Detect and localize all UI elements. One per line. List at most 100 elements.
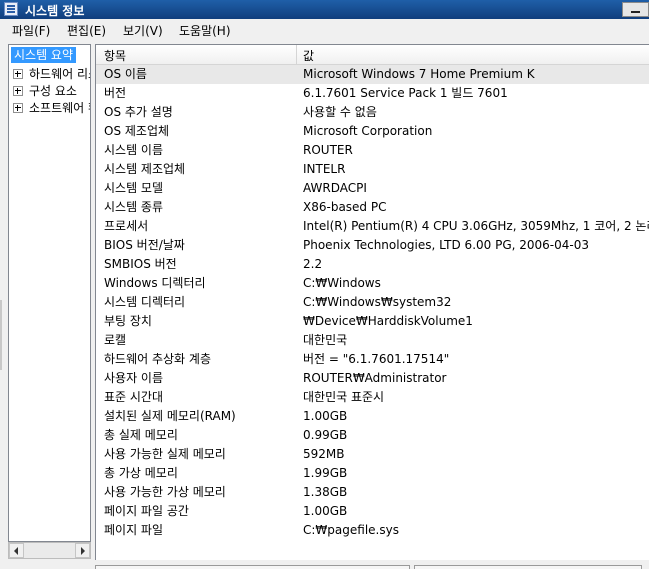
row-item: 시스템 이름 — [104, 143, 164, 157]
menu-help[interactable]: 도움말(H) — [179, 22, 231, 39]
scroll-left-icon — [14, 547, 18, 555]
row-value: 대한민국 표준시 — [303, 390, 385, 404]
menu-edit[interactable]: 편집(E) — [67, 22, 106, 39]
row-item: 페이지 파일 공간 — [104, 504, 189, 518]
tree-item-hardware-resources[interactable]: 하드웨어 리소스 — [13, 66, 90, 82]
window-title: 시스템 정보 — [25, 4, 85, 18]
row-item: 부팅 장치 — [104, 314, 152, 328]
row-item: 사용 가능한 실제 메모리 — [104, 447, 226, 461]
row-item: OS 이름 — [104, 67, 147, 81]
row-value: 6.1.7601 Service Pack 1 빌드 7601 — [303, 86, 508, 100]
row-value: ₩Device₩HarddiskVolume1 — [303, 314, 473, 328]
table-row[interactable]: 시스템 종류 X86-based PC — [96, 198, 649, 217]
tree-item-label: 구성 요소 — [29, 84, 77, 98]
minimize-button[interactable] — [622, 2, 649, 17]
row-value: 버전 = "6.1.7601.17514" — [303, 352, 450, 366]
table-row[interactable]: Windows 디렉터리 C:₩Windows — [96, 274, 649, 293]
table-row[interactable]: 사용자 이름 ROUTER₩Administrator — [96, 369, 649, 388]
row-value: ROUTER₩Administrator — [303, 371, 447, 385]
status-bar — [0, 560, 649, 569]
expand-icon[interactable] — [13, 102, 23, 113]
scroll-right-button[interactable] — [75, 543, 90, 558]
table-row[interactable]: 버전 6.1.7601 Service Pack 1 빌드 7601 — [96, 84, 649, 103]
title-bar[interactable]: 시스템 정보 — [0, 0, 649, 19]
status-segment — [414, 565, 642, 569]
row-value: Intel(R) Pentium(R) 4 CPU 3.06GHz, 3059M… — [303, 219, 649, 233]
column-header-item[interactable]: 항목 — [104, 47, 126, 64]
table-row[interactable]: OS 제조업체 Microsoft Corporation — [96, 122, 649, 141]
table-row[interactable]: 하드웨어 추상화 계층 버전 = "6.1.7601.17514" — [96, 350, 649, 369]
row-value: 1.00GB — [303, 504, 348, 518]
table-row[interactable]: 시스템 디렉터리 C:₩Windows₩system32 — [96, 293, 649, 312]
table-row[interactable]: 표준 시간대 대한민국 표준시 — [96, 388, 649, 407]
scroll-left-button[interactable] — [9, 543, 24, 558]
table-row[interactable]: 로캘 대한민국 — [96, 331, 649, 350]
table-row[interactable]: 설치된 실제 메모리(RAM) 1.00GB — [96, 407, 649, 426]
row-item: 시스템 종류 — [104, 200, 164, 214]
scroll-right-icon — [81, 547, 85, 555]
row-value: 592MB — [303, 447, 345, 461]
tree-item-system-summary[interactable]: 시스템 요약 — [11, 47, 77, 63]
row-value: INTELR — [303, 162, 346, 176]
menu-bar: 파일(F) 편집(E) 보기(V) 도움말(H) — [0, 19, 649, 39]
table-row[interactable]: 시스템 이름 ROUTER — [96, 141, 649, 160]
row-value: 대한민국 — [303, 333, 348, 347]
table-row[interactable]: 사용 가능한 실제 메모리 592MB — [96, 445, 649, 464]
row-item: 총 가상 메모리 — [104, 466, 178, 480]
row-value: Microsoft Corporation — [303, 124, 433, 138]
table-row[interactable]: 시스템 제조업체 INTELR — [96, 160, 649, 179]
row-item: BIOS 버전/날짜 — [104, 238, 185, 252]
row-value: X86-based PC — [303, 200, 387, 214]
row-value: C:₩Windows₩system32 — [303, 295, 452, 309]
row-item: 로캘 — [104, 333, 127, 347]
row-item: 시스템 제조업체 — [104, 162, 186, 176]
expand-icon[interactable] — [13, 85, 23, 96]
row-item: 하드웨어 추상화 계층 — [104, 352, 211, 366]
table-row[interactable]: 총 가상 메모리 1.99GB — [96, 464, 649, 483]
tree-item-label: 소프트웨어 환경 — [29, 101, 90, 115]
table-row[interactable]: 페이지 파일 C:₩pagefile.sys — [96, 521, 649, 540]
table-row[interactable]: 페이지 파일 공간 1.00GB — [96, 502, 649, 521]
details-list[interactable]: 항목 값 OS 이름 Microsoft Windows 7 Home Premi… — [95, 44, 649, 560]
category-tree[interactable]: 시스템 요약 하드웨어 리소스 구성 요소 소프트웨어 환경 — [8, 44, 91, 542]
row-item: 총 실제 메모리 — [104, 428, 178, 442]
row-item: 사용 가능한 가상 메모리 — [104, 485, 226, 499]
row-item: OS 추가 설명 — [104, 105, 173, 119]
row-value: Phoenix Technologies, LTD 6.00 PG, 2006-… — [303, 238, 589, 252]
row-item: 페이지 파일 — [104, 523, 164, 537]
list-header: 항목 값 — [96, 45, 649, 65]
row-value: 2.2 — [303, 257, 323, 271]
table-row[interactable]: SMBIOS 버전 2.2 — [96, 255, 649, 274]
row-item: 버전 — [104, 86, 127, 100]
row-value: 사용할 수 없음 — [303, 105, 377, 119]
column-divider[interactable] — [296, 45, 297, 64]
window-edge — [0, 300, 2, 370]
column-header-value[interactable]: 값 — [303, 47, 314, 64]
table-row[interactable]: 총 실제 메모리 0.99GB — [96, 426, 649, 445]
row-value: C:₩pagefile.sys — [303, 523, 399, 537]
table-row[interactable]: OS 추가 설명 사용할 수 없음 — [96, 103, 649, 122]
table-row[interactable]: 부팅 장치 ₩Device₩HarddiskVolume1 — [96, 312, 649, 331]
table-row[interactable]: 사용 가능한 가상 메모리 1.38GB — [96, 483, 649, 502]
row-item: 표준 시간대 — [104, 390, 164, 404]
table-row[interactable]: BIOS 버전/날짜 Phoenix Technologies, LTD 6.00… — [96, 236, 649, 255]
row-item: SMBIOS 버전 — [104, 257, 177, 271]
table-row[interactable]: 프로세서 Intel(R) Pentium(R) 4 CPU 3.06GHz, 3… — [96, 217, 649, 236]
row-item: Windows 디렉터리 — [104, 276, 206, 290]
row-item: 프로세서 — [104, 219, 149, 233]
menu-file[interactable]: 파일(F) — [12, 22, 50, 39]
tree-item-components[interactable]: 구성 요소 — [13, 83, 77, 99]
row-value: ROUTER — [303, 143, 353, 157]
tree-horizontal-scrollbar[interactable] — [8, 542, 91, 559]
tree-item-label: 하드웨어 리소스 — [29, 67, 90, 81]
row-value: C:₩Windows — [303, 276, 381, 290]
app-icon — [4, 2, 18, 16]
tree-item-software-environment[interactable]: 소프트웨어 환경 — [13, 100, 90, 116]
expand-icon[interactable] — [13, 68, 23, 79]
table-row[interactable]: OS 이름 Microsoft Windows 7 Home Premium K — [96, 65, 649, 84]
row-item: OS 제조업체 — [104, 124, 170, 138]
status-segment — [95, 565, 410, 569]
row-value: 1.99GB — [303, 466, 348, 480]
menu-view[interactable]: 보기(V) — [123, 22, 163, 39]
table-row[interactable]: 시스템 모델 AWRDACPI — [96, 179, 649, 198]
